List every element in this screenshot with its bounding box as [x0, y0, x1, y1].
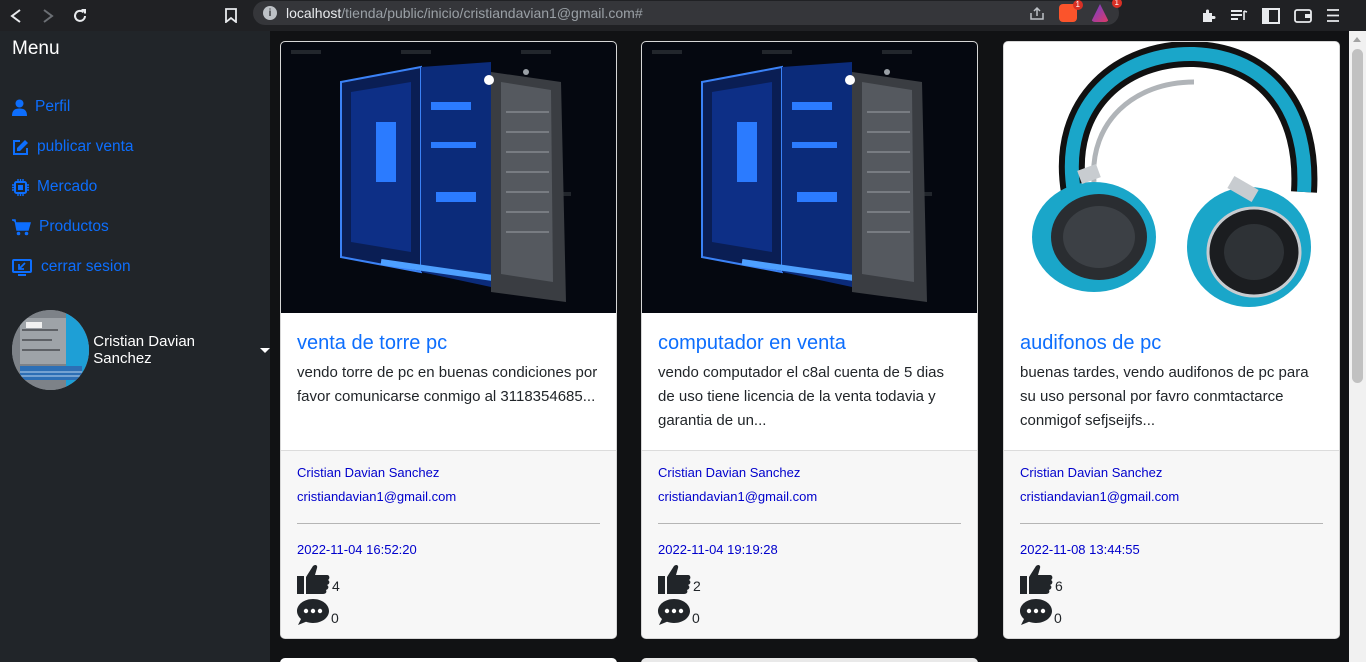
- user-icon: [12, 99, 27, 116]
- page-scrollbar[interactable]: [1349, 31, 1366, 662]
- bookmark-icon[interactable]: [215, 0, 247, 31]
- sidebar-item-label: publicar venta: [37, 138, 134, 155]
- like-count: 2: [693, 578, 701, 594]
- card-footer: Cristian Davian Sanchez cristiandavian1@…: [1004, 450, 1339, 638]
- product-card-next: [641, 658, 978, 662]
- product-card: audifonos de pc buenas tardes, vendo aud…: [1003, 41, 1340, 639]
- sidebar-item-label: Productos: [39, 218, 109, 235]
- card-body: audifonos de pc buenas tardes, vendo aud…: [1004, 313, 1339, 450]
- user-dropdown[interactable]: Cristian Davian Sanchez: [12, 310, 270, 390]
- author-name: Cristian Davian Sanchez: [1020, 465, 1163, 480]
- author-name: Cristian Davian Sanchez: [658, 465, 801, 480]
- sidebar-item-cerrar-sesion[interactable]: cerrar sesion: [12, 247, 134, 287]
- card-body: computador en venta vendo computador el …: [642, 313, 977, 450]
- user-name: Cristian Davian Sanchez: [93, 333, 196, 367]
- share-icon[interactable]: [1029, 6, 1045, 21]
- card-footer: Cristian Davian Sanchez cristiandavian1@…: [281, 450, 616, 638]
- post-date: 2022-11-04 19:19:28: [658, 542, 778, 557]
- browser-toolbar: i localhost/tienda/public/inicio/cristia…: [0, 0, 1366, 31]
- comment-count: 0: [692, 610, 700, 626]
- like-button[interactable]: 4: [297, 562, 600, 594]
- divider: [297, 523, 600, 524]
- scroll-up-icon[interactable]: [1353, 37, 1361, 42]
- comment-count: 0: [331, 610, 339, 626]
- comment-button[interactable]: 0: [1020, 594, 1323, 626]
- sidebar-menu: Perfil publicar venta Mercado Productos …: [12, 87, 134, 287]
- comment-icon: [297, 599, 329, 625]
- scrollbar-thumb[interactable]: [1352, 49, 1363, 383]
- avatar: [12, 310, 90, 390]
- caret-down-icon: [260, 347, 270, 353]
- author-email: cristiandavian1@gmail.com: [297, 489, 457, 504]
- product-image[interactable]: [281, 42, 616, 313]
- comment-button[interactable]: 0: [297, 594, 600, 626]
- card-body: venta de torre pc vendo torre de pc en b…: [281, 313, 616, 450]
- author-email: cristiandavian1@gmail.com: [1020, 489, 1180, 504]
- sidebar-title: Menu: [12, 38, 60, 59]
- author-name: Cristian Davian Sanchez: [297, 465, 440, 480]
- sidebar-item-label: Mercado: [37, 178, 98, 195]
- chip-icon: [12, 178, 29, 196]
- forward-icon[interactable]: [32, 0, 64, 31]
- main-content: venta de torre pc vendo torre de pc en b…: [270, 31, 1349, 662]
- product-card-next: [280, 658, 617, 662]
- comment-icon: [658, 599, 690, 625]
- sidebar-toggle-icon[interactable]: [1262, 7, 1280, 24]
- product-image[interactable]: [642, 42, 977, 313]
- author-email: cristiandavian1@gmail.com: [658, 489, 818, 504]
- comment-count: 0: [1054, 610, 1062, 626]
- sidebar: Menu Perfil publicar venta Mercado Produ…: [0, 31, 270, 662]
- playlist-icon[interactable]: [1230, 9, 1248, 23]
- sidebar-item-mercado[interactable]: Mercado: [12, 167, 134, 207]
- card-description: vendo computador el c8al cuenta de 5 dia…: [658, 364, 945, 429]
- thumbs-up-icon: [1020, 564, 1053, 594]
- card-title[interactable]: computador en venta: [658, 332, 961, 355]
- product-card: computador en venta vendo computador el …: [641, 41, 978, 639]
- thumbs-up-icon: [297, 564, 330, 594]
- comment-icon: [1020, 599, 1052, 625]
- comment-button[interactable]: 0: [658, 594, 961, 626]
- card-description: buenas tardes, vendo audifonos de pc par…: [1020, 364, 1309, 429]
- product-card: venta de torre pc vendo torre de pc en b…: [280, 41, 617, 639]
- url-text: localhost/tienda/public/inicio/cristiand…: [286, 5, 643, 21]
- card-footer: Cristian Davian Sanchez cristiandavian1@…: [642, 450, 977, 638]
- sidebar-item-label: cerrar sesion: [41, 258, 131, 275]
- card-description: vendo torre de pc en buenas condiciones …: [297, 364, 598, 405]
- logout-icon: [12, 258, 32, 276]
- post-date: 2022-11-04 16:52:20: [297, 542, 417, 557]
- wallet-icon[interactable]: [1294, 8, 1312, 23]
- product-image[interactable]: [1004, 42, 1339, 313]
- post-date: 2022-11-08 13:44:55: [1020, 542, 1140, 557]
- divider: [1020, 523, 1323, 524]
- extensions-icon[interactable]: [1200, 8, 1216, 24]
- card-title[interactable]: venta de torre pc: [297, 332, 600, 355]
- thumbs-up-icon: [658, 564, 691, 594]
- like-count: 4: [332, 578, 340, 594]
- address-bar[interactable]: i localhost/tienda/public/inicio/cristia…: [253, 0, 1119, 25]
- reload-icon[interactable]: [64, 0, 96, 31]
- brave-shield-icon[interactable]: 1: [1059, 0, 1083, 22]
- cart-icon: [12, 218, 31, 235]
- site-info-icon[interactable]: i: [263, 6, 277, 20]
- alert-badge: 1: [1100, 0, 1122, 20]
- sidebar-item-perfil[interactable]: Perfil: [12, 87, 134, 127]
- like-count: 6: [1055, 578, 1063, 594]
- like-button[interactable]: 2: [658, 562, 961, 594]
- like-button[interactable]: 6: [1020, 562, 1323, 594]
- card-title[interactable]: audifonos de pc: [1020, 332, 1323, 355]
- sidebar-item-productos[interactable]: Productos: [12, 207, 134, 247]
- back-icon[interactable]: [0, 0, 32, 31]
- menu-icon[interactable]: [1326, 8, 1340, 23]
- sidebar-item-label: Perfil: [35, 98, 71, 115]
- divider: [658, 523, 961, 524]
- sidebar-item-publicar-venta[interactable]: publicar venta: [12, 127, 134, 167]
- edit-icon: [13, 139, 28, 155]
